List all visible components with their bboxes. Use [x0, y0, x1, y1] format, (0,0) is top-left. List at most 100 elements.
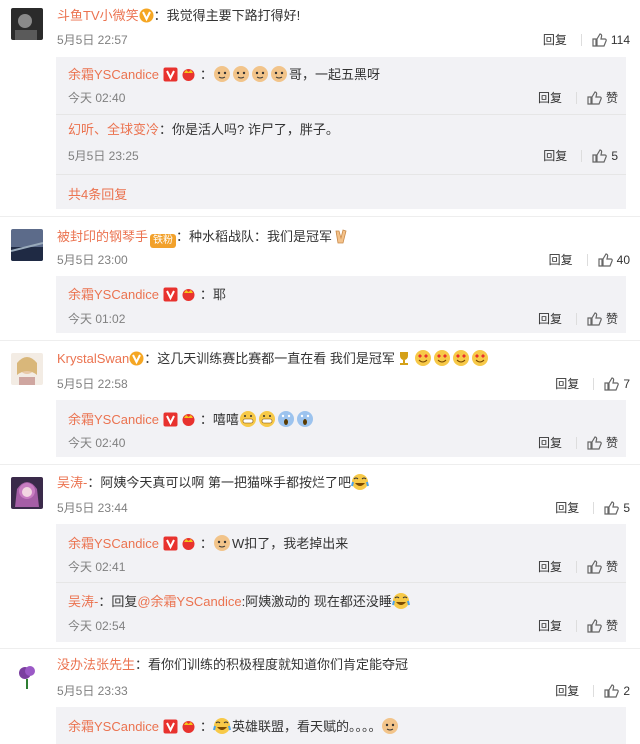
- reply-box: 余霜YSCandice ：耶 今天 01:02 回复 赞: [56, 276, 626, 333]
- username-link[interactable]: 余霜YSCandice: [68, 412, 159, 427]
- thumbs-up-icon[interactable]: [603, 683, 620, 699]
- action-divider: [575, 436, 577, 449]
- like-count[interactable]: 赞: [606, 310, 618, 327]
- thumbs-up-icon[interactable]: [586, 559, 602, 575]
- doge-emoji-icon: [232, 66, 249, 82]
- avatar[interactable]: [11, 8, 43, 40]
- reply-item: 余霜YSCandice ： W扣了，我老掉出来 今天 02:41 回复 赞: [56, 524, 626, 581]
- crown-icon: [182, 538, 195, 550]
- reply-time: 今天 02:54: [68, 619, 126, 633]
- action-divider: [593, 684, 595, 697]
- reply-actions: 回复 赞: [538, 89, 618, 106]
- username-link[interactable]: KrystalSwan: [57, 351, 129, 366]
- username-link[interactable]: 余霜YSCandice: [68, 536, 159, 551]
- laugh-cry-emoji-icon: [350, 474, 369, 490]
- reply-actions: 回复 赞: [538, 617, 618, 634]
- thumbs-up-icon[interactable]: [603, 500, 620, 516]
- action-divider: [593, 377, 595, 390]
- like-count[interactable]: 114: [611, 33, 630, 47]
- action-divider: [575, 312, 577, 325]
- like-count[interactable]: 2: [623, 684, 630, 698]
- reply-line: 余霜YSCandice ：耶: [68, 286, 226, 304]
- reply-button[interactable]: 回复: [538, 558, 562, 575]
- reply-text: 哥，一起五黑呀: [288, 67, 380, 82]
- reply-text: ：你是活人吗? 诈尸了，胖子。: [159, 122, 339, 137]
- verified-v-icon: [163, 412, 178, 427]
- like-count[interactable]: 5: [623, 501, 630, 515]
- username-link[interactable]: 余霜YSCandice: [68, 719, 159, 734]
- reply-box: 余霜YSCandice ： W扣了，我老掉出来 今天 02:41 回复 赞 吴涛-…: [56, 524, 626, 642]
- username-link[interactable]: 幻听、全球变冷: [68, 122, 159, 137]
- action-divider: [581, 149, 583, 162]
- verified-v-icon: [163, 67, 178, 82]
- grin-emoji-icon: [258, 411, 275, 427]
- like-count[interactable]: 7: [623, 377, 630, 391]
- username-link[interactable]: 吴涛-: [57, 475, 87, 490]
- reply-text: ：嘻嘻: [199, 412, 239, 427]
- like-count[interactable]: 赞: [606, 434, 618, 451]
- avatar[interactable]: [11, 229, 43, 261]
- username-link[interactable]: 吴涛-: [68, 594, 98, 609]
- reply-button[interactable]: 回复: [538, 434, 562, 451]
- comment-text: ：阿姨今天真可以啊 第一把猫咪手都按烂了吧: [87, 475, 351, 490]
- laugh-cry-emoji-icon: [391, 593, 410, 609]
- thumbs-up-icon[interactable]: [597, 252, 613, 268]
- action-divider: [586, 253, 588, 266]
- doge-emoji-icon: [213, 66, 230, 82]
- reply-time: 5月5日 23:25: [68, 149, 139, 163]
- reply-button[interactable]: 回复: [543, 147, 567, 164]
- username-link[interactable]: 余霜YSCandice: [68, 67, 159, 82]
- avatar[interactable]: [11, 477, 43, 509]
- thumbs-up-icon[interactable]: [591, 148, 608, 164]
- reply-button[interactable]: 回复: [555, 375, 579, 392]
- verified-v-icon: [163, 719, 178, 734]
- like-count[interactable]: 5: [611, 149, 618, 163]
- trophy-icon: [399, 352, 408, 365]
- reply-button[interactable]: 回复: [555, 682, 579, 699]
- reply-time: 今天 01:02: [68, 312, 126, 326]
- thumbs-up-icon[interactable]: [603, 376, 620, 392]
- reply-box: 余霜YSCandice ： 英雄联盟，看天赋的。。。。: [56, 707, 626, 744]
- avatar[interactable]: [11, 661, 43, 693]
- reply-button[interactable]: 回复: [538, 89, 562, 106]
- like-count[interactable]: 赞: [606, 89, 618, 106]
- reply-button[interactable]: 回复: [549, 251, 573, 268]
- thumbs-up-icon[interactable]: [586, 90, 602, 106]
- username-link[interactable]: 斗鱼TV小微笑: [57, 8, 139, 23]
- thumbs-up-icon[interactable]: [586, 618, 602, 634]
- username-link[interactable]: 被封印的钢琴手: [57, 229, 148, 244]
- username-link[interactable]: 没办法张先生: [57, 657, 135, 672]
- reply-item: 幻听、全球变冷：你是活人吗? 诈尸了，胖子。 5月5日 23:25 回复 5: [56, 115, 626, 173]
- thumbs-up-icon[interactable]: [591, 32, 607, 48]
- verified-v-icon: [163, 287, 178, 302]
- reply-button[interactable]: 回复: [555, 499, 579, 516]
- like-count[interactable]: 赞: [606, 617, 618, 634]
- comment-actions: 回复 114: [543, 31, 630, 48]
- action-divider: [580, 33, 582, 46]
- view-more-replies-link[interactable]: 共4条回复: [68, 184, 127, 203]
- reply-line: 余霜YSCandice ： 哥，一起五黑呀: [68, 65, 380, 84]
- like-count[interactable]: 40: [617, 253, 630, 267]
- comment-text: ：种水稻战队：我们是冠军: [176, 229, 333, 244]
- avatar[interactable]: [11, 353, 43, 385]
- reply-line: 余霜YSCandice ： W扣了，我老掉出来: [68, 534, 348, 553]
- reply-line: 幻听、全球变冷：你是活人吗? 诈尸了，胖子。: [68, 121, 339, 139]
- mention-link[interactable]: @余霜YSCandice: [137, 594, 241, 609]
- reply-button[interactable]: 回复: [543, 31, 567, 48]
- comment-line: 吴涛-：阿姨今天真可以啊 第一把猫咪手都按烂了吧: [57, 473, 370, 492]
- thumbs-up-icon[interactable]: [586, 435, 602, 451]
- verified-v-icon: [129, 351, 144, 366]
- username-link[interactable]: 余霜YSCandice: [68, 287, 159, 302]
- thumbs-up-icon[interactable]: [586, 311, 602, 327]
- like-count[interactable]: 赞: [606, 558, 618, 575]
- reply-time: 今天 02:40: [68, 91, 126, 105]
- reply-button[interactable]: 回复: [538, 617, 562, 634]
- reply-button[interactable]: 回复: [538, 310, 562, 327]
- reply-item: 余霜YSCandice ： 哥，一起五黑呀 今天 02:40 回复 赞: [56, 57, 626, 113]
- scream-emoji-icon: [277, 411, 294, 427]
- crown-icon: [182, 289, 195, 301]
- comment-line: 没办法张先生：看你们训练的积极程度就知道你们肯定能夺冠: [57, 656, 408, 674]
- comment-item: KrystalSwan ：这几天训练赛比赛都一直在看 我们是冠军 5月5日 22:…: [0, 341, 640, 464]
- reply-line: 余霜YSCandice ： 英雄联盟，看天赋的。。。。: [68, 717, 400, 736]
- colon-text: ：: [199, 719, 213, 734]
